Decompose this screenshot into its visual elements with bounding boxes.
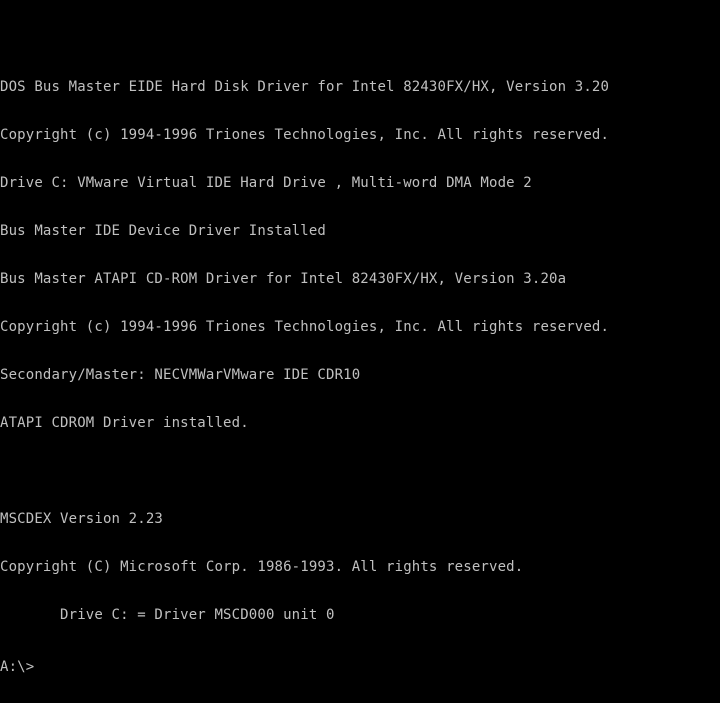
console-line: Secondary/Master: NECVMWarVMware IDE CDR… — [0, 367, 361, 383]
console-line: ATAPI CDROM Driver installed. — [0, 415, 249, 431]
dos-screen: DOS Bus Master EIDE Hard Disk Driver for… — [0, 0, 720, 675]
console-line: MSCDEX Version 2.23 — [0, 511, 163, 527]
console-line: Bus Master ATAPI CD-ROM Driver for Intel… — [0, 271, 567, 287]
console-line: DOS Bus Master EIDE Hard Disk Driver for… — [0, 79, 610, 95]
console-line: Drive C: VMware Virtual IDE Hard Drive ,… — [0, 175, 532, 191]
text-cursor — [34, 655, 43, 671]
console-line: Copyright (c) 1994-1996 Triones Technolo… — [0, 319, 610, 335]
command-prompt-line[interactable]: A:\> — [0, 655, 609, 675]
console-line: Drive C: = Driver MSCD000 unit 0 — [0, 607, 335, 623]
console-line: Bus Master IDE Device Driver Installed — [0, 223, 326, 239]
console-line: Copyright (C) Microsoft Corp. 1986-1993.… — [0, 559, 524, 575]
console-output: DOS Bus Master EIDE Hard Disk Driver for… — [0, 47, 609, 703]
console-line: Copyright (c) 1994-1996 Triones Technolo… — [0, 127, 610, 143]
command-prompt: A:\> — [0, 659, 35, 675]
